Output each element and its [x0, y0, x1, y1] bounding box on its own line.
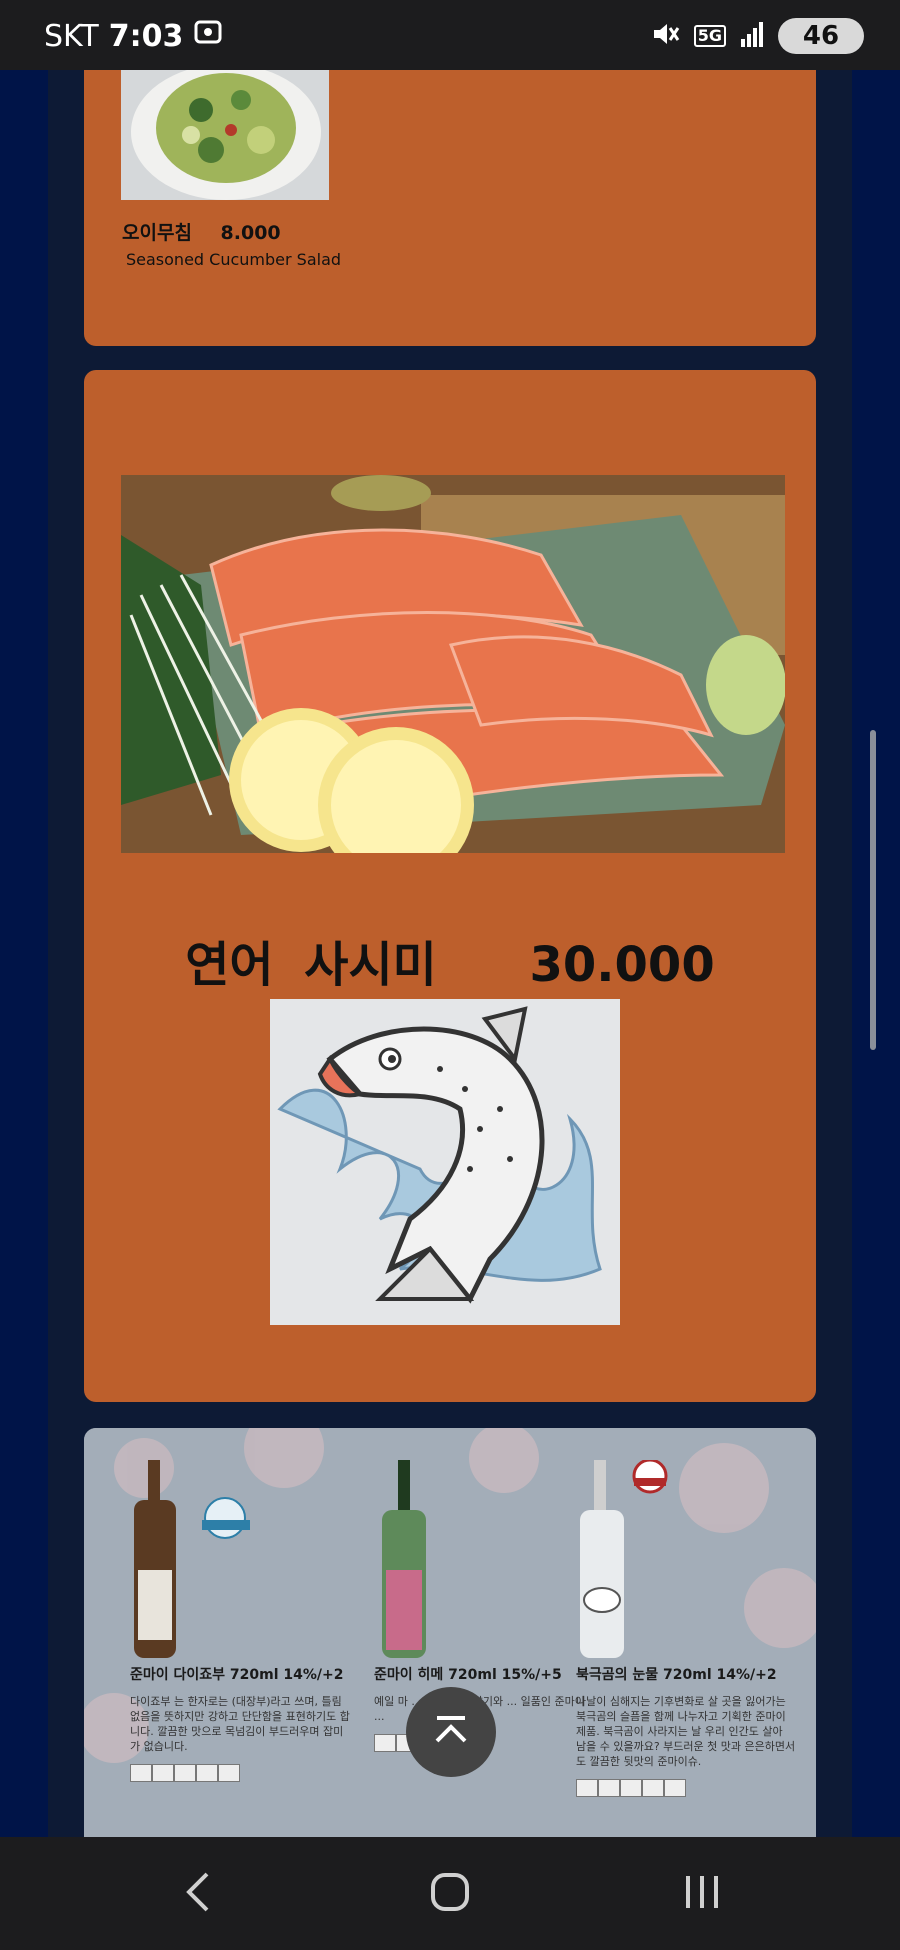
salmon-price: 30.000 [529, 937, 715, 993]
menu-card-cucumber: 오이무침 8.000 Seasoned Cucumber Salad [84, 70, 816, 346]
home-button[interactable] [390, 1837, 510, 1950]
right-margin [852, 70, 900, 1837]
sake-item-3[interactable]: 북극곰의 눈물 720ml 14%/+2 나날이 심해지는 기후변화로 살 곳을… [576, 1458, 796, 1797]
salmon-sashimi-photo [121, 475, 785, 853]
sake-bottle-icon [580, 1458, 668, 1658]
menu-card-salmon: 연어 사시미 30.000 [84, 370, 816, 1402]
mute-icon [650, 19, 680, 53]
salmon-name: 연어 사시미 [185, 937, 437, 993]
system-nav-bar [0, 1837, 900, 1950]
network-type: 5G [693, 25, 726, 47]
back-button[interactable] [138, 1837, 258, 1950]
status-bar: SKT 7:03 5G 46 [0, 0, 900, 70]
cucumber-salad-photo [121, 70, 329, 200]
cucumber-title: 오이무침 8.000 [122, 218, 281, 245]
scroll-top-icon [431, 1715, 471, 1749]
menu-page[interactable]: 오이무침 8.000 Seasoned Cucumber Salad 연어 사시… [0, 70, 900, 1837]
sake-item-1-name: 준마이 다이죠부 720ml 14%/+2 [130, 1667, 344, 1683]
taste-table [130, 1764, 350, 1782]
scrollbar-thumb[interactable] [870, 730, 876, 1050]
salmon-illustration [270, 999, 620, 1325]
sake-item-3-name: 북극곰의 눈물 720ml 14%/+2 [576, 1667, 777, 1683]
salmon-title: 연어 사시미 30.000 [84, 925, 816, 995]
battery-indicator: 46 [778, 18, 864, 54]
cucumber-english-name: Seasoned Cucumber Salad [126, 250, 342, 269]
recents-icon [682, 1872, 722, 1916]
home-icon [430, 1872, 470, 1916]
clock: 7:03 [108, 18, 184, 54]
sake-bottle-icon [134, 1460, 250, 1658]
cucumber-price: 8.000 [220, 222, 281, 244]
sake-item-2-name: 준마이 히메 720ml 15%/+5 [374, 1667, 562, 1683]
cucumber-name: 오이무침 [122, 222, 192, 244]
carrier-label: SKT [44, 18, 99, 54]
sake-item-1-desc: 다이죠부 는 한자로는 (대장부)라고 쓰며, 틀림없음을 뜻하지만 강하고 단… [130, 1695, 350, 1753]
scroll-top-button[interactable] [406, 1687, 496, 1777]
screenshot-icon [193, 18, 223, 54]
sake-item-1[interactable]: 준마이 다이죠부 720ml 14%/+2 다이죠부 는 한자로는 (대장부)라… [130, 1460, 350, 1782]
left-margin [0, 70, 48, 1837]
back-icon [183, 1870, 213, 1918]
sake-item-3-desc: 나날이 심해지는 기후변화로 살 곳을 잃어가는 북극곰의 슬픔을 함께 나누자… [576, 1695, 796, 1768]
taste-table [576, 1779, 796, 1797]
recents-button[interactable] [642, 1837, 762, 1950]
sake-bottle-icon [382, 1460, 426, 1658]
signal-icon [740, 21, 764, 51]
